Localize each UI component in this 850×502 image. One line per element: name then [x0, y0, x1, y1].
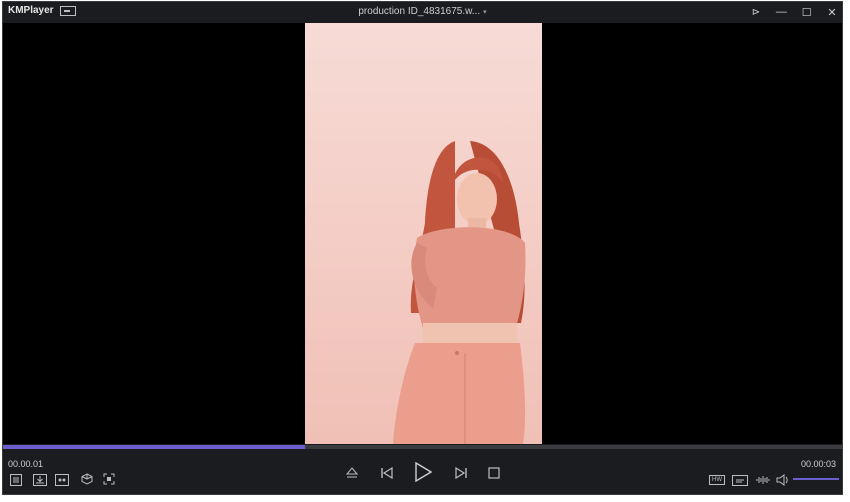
player-window: KMPlayer production ID_4831675.w... ▾ ⊳ —… — [2, 1, 843, 495]
previous-icon[interactable] — [379, 464, 395, 482]
video-frame — [305, 23, 542, 444]
capture-icon[interactable] — [102, 472, 116, 486]
seek-bar[interactable] — [3, 445, 842, 449]
maximize-icon[interactable]: ☐ — [800, 6, 814, 19]
subtitle-icon[interactable] — [732, 475, 748, 486]
seek-progress — [3, 445, 306, 449]
stop-icon[interactable] — [487, 466, 501, 480]
hw-badge[interactable]: HW — [709, 475, 725, 485]
chevron-down-icon[interactable]: ▾ — [483, 9, 487, 16]
volume-slider[interactable] — [793, 478, 839, 480]
vr-icon[interactable] — [55, 474, 69, 486]
pin-icon[interactable]: ⊳ — [749, 7, 763, 18]
play-icon[interactable] — [413, 461, 433, 483]
download-icon[interactable] — [33, 474, 47, 486]
close-icon[interactable]: ✕ — [825, 6, 839, 19]
playlist-icon[interactable] — [10, 474, 22, 486]
3d-cube-icon[interactable] — [80, 472, 94, 486]
title-bar: KMPlayer production ID_4831675.w... ▾ ⊳ —… — [3, 2, 842, 22]
video-content — [305, 23, 542, 444]
current-time: 00.00.01 — [8, 459, 44, 469]
audio-icon[interactable] — [755, 473, 771, 487]
file-title[interactable]: production ID_4831675.w... ▾ — [3, 6, 842, 17]
next-icon[interactable] — [453, 464, 469, 482]
hw-label: HW — [712, 477, 722, 483]
file-name: production ID_4831675.w... — [358, 6, 481, 17]
minimize-icon[interactable]: — — [774, 6, 788, 18]
volume-level — [793, 478, 839, 480]
speaker-icon[interactable] — [776, 473, 790, 487]
eject-icon[interactable] — [345, 465, 359, 481]
video-area[interactable] — [3, 23, 842, 444]
total-time: 00.00:03 — [801, 459, 837, 469]
